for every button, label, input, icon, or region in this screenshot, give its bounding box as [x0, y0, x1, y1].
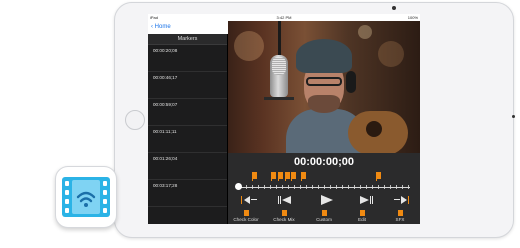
timeline-track[interactable] — [238, 187, 410, 188]
marker-flag[interactable] — [301, 172, 306, 181]
marker-time: 00:01:26;04 — [153, 156, 178, 161]
front-camera — [392, 6, 396, 10]
marker-item[interactable]: 00:01:11;11 — [148, 126, 227, 153]
person-beard — [308, 95, 340, 113]
button-label: Custom — [316, 217, 332, 222]
marker-item[interactable]: 00:01:26;04 — [148, 153, 227, 180]
check-mix-button[interactable]: Check Mix — [266, 210, 302, 223]
marker-time: 00:01:11;11 — [153, 129, 177, 134]
home-button[interactable] — [125, 110, 145, 130]
previous-marker-button[interactable] — [240, 195, 260, 205]
marker-type-buttons: Check Color Check Mix Custom Edit SFX — [228, 210, 420, 224]
marker-flag[interactable] — [271, 172, 276, 181]
marker-item[interactable]: 00:00:59;07 — [148, 99, 227, 126]
marker-flag[interactable] — [278, 172, 283, 181]
film-wifi-icon — [62, 177, 110, 217]
check-color-button[interactable]: Check Color — [228, 210, 264, 223]
person-beanie — [296, 39, 352, 73]
back-label: Home — [154, 24, 171, 30]
fast-forward-button[interactable] — [360, 195, 380, 205]
status-bar: iPad 3:42 PM 100% — [148, 14, 420, 21]
playhead-handle[interactable] — [235, 183, 242, 190]
marker-flag[interactable] — [285, 172, 290, 181]
next-marker-button[interactable] — [394, 195, 414, 205]
sfx-button[interactable]: SFX — [382, 210, 418, 223]
marker-item[interactable]: 00:03:17;28 — [148, 180, 227, 207]
timecode-display: 00:00:00;00 — [294, 156, 354, 168]
button-label: SFX — [395, 217, 405, 222]
marker-item[interactable]: 00:00:20;08 — [148, 45, 227, 72]
play-button[interactable] — [319, 195, 339, 205]
marker-item[interactable]: 00:00:46;17 — [148, 72, 227, 99]
chevron-left-icon: ‹ — [151, 24, 153, 30]
custom-button[interactable]: Custom — [306, 210, 342, 223]
button-label: Check Mix — [273, 217, 295, 222]
marker-flag[interactable] — [376, 172, 381, 181]
headphones — [346, 71, 356, 93]
edit-button[interactable]: Edit — [344, 210, 380, 223]
status-time: 3:42 PM — [276, 15, 292, 20]
person-glasses — [306, 77, 342, 86]
battery-label: 100% — [407, 15, 418, 20]
back-button[interactable]: ‹ Home — [151, 23, 171, 31]
ipad-device: iPad 3:42 PM 100% ‹ Home Markers 00:00:2… — [114, 2, 515, 238]
navigation-bar: ‹ Home — [148, 21, 228, 35]
app-screen: iPad 3:42 PM 100% ‹ Home Markers 00:00:2… — [148, 14, 420, 224]
marker-flag[interactable] — [291, 172, 296, 181]
app-icon[interactable] — [55, 166, 117, 228]
markers-title: Markers — [148, 34, 227, 45]
button-label: Check Color — [233, 217, 259, 222]
side-sensor — [512, 115, 515, 118]
markers-sidebar: Markers 00:00:20;08 00:00:46;17 00:00:59… — [148, 34, 228, 224]
rewind-button[interactable] — [278, 195, 298, 205]
marker-time: 00:03:17;28 — [153, 183, 178, 188]
marker-time: 00:00:46;17 — [153, 75, 178, 80]
button-label: Edit — [358, 217, 366, 222]
playback-controls: 00:00:00;00 Check Color Check Mix Custom… — [228, 153, 420, 224]
video-preview[interactable] — [228, 21, 420, 153]
marker-flag[interactable] — [252, 172, 257, 181]
marker-time: 00:00:20;08 — [153, 48, 178, 53]
marker-time: 00:00:59;07 — [153, 102, 178, 107]
